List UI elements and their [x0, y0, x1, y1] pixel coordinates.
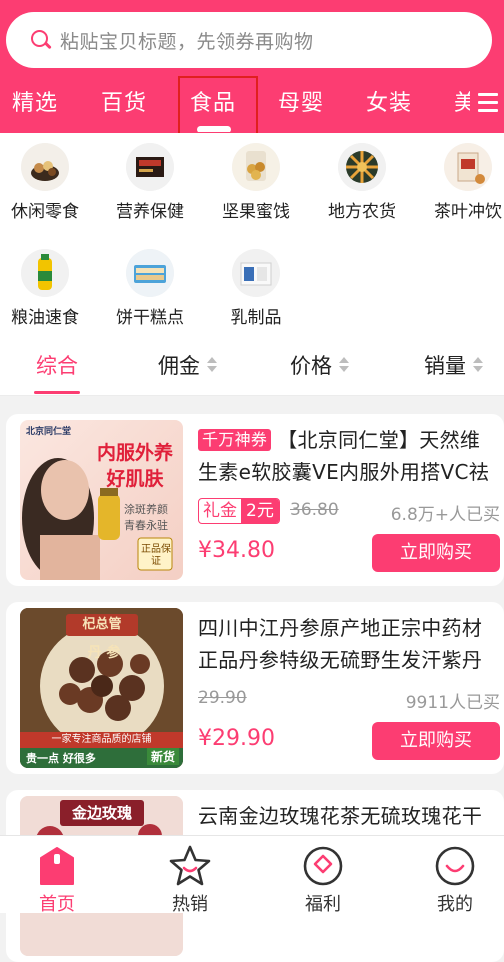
gift-cash-tag: 礼金 2元	[198, 498, 280, 524]
search-icon	[30, 29, 52, 51]
snacks-icon	[21, 143, 69, 191]
sort-comprehensive[interactable]: 综合	[34, 350, 80, 394]
biscuit-icon	[126, 249, 174, 297]
dairy-icon	[232, 249, 280, 297]
buy-now-button[interactable]: 立即购买	[372, 722, 500, 760]
category-label: 休闲零食	[11, 202, 79, 222]
tab-beauty[interactable]: 美	[454, 85, 470, 117]
category-snacks[interactable]: 休闲零食	[0, 143, 90, 222]
sold-count: 6.8万+人已买	[390, 505, 500, 525]
coupon-badge: 千万神券	[198, 429, 272, 451]
buy-now-button[interactable]: 立即购买	[372, 534, 500, 572]
sort-sales[interactable]: 销量	[424, 350, 483, 380]
sold-count: 9911人已买	[405, 693, 500, 713]
star-icon	[168, 844, 212, 888]
tabbar-profile[interactable]: 我的	[410, 844, 500, 916]
product-title: 云南金边玫瑰花茶无硫玫瑰花干	[198, 800, 498, 836]
current-price: ¥34.80	[198, 538, 275, 563]
product-title: 千万神券【北京同仁堂】天然维生素e软胶囊VE内服外用搭VC祛斑	[198, 424, 498, 488]
tab-general-goods[interactable]: 百货	[101, 85, 147, 117]
sort-price[interactable]: 价格	[290, 350, 349, 380]
sort-arrows-icon	[207, 357, 217, 373]
product-title-text: 云南金边玫瑰花茶无硫玫瑰花干	[198, 804, 483, 828]
tabbar-welfare[interactable]: 福利	[278, 844, 368, 916]
category-grain-oil[interactable]: 粮油速食	[0, 249, 90, 328]
category-label: 坚果蜜饯	[222, 202, 290, 222]
thumb-brand: 北京同仁堂	[26, 427, 72, 437]
category-local-produce[interactable]: 地方农货	[317, 143, 407, 222]
category-label: 乳制品	[230, 308, 282, 328]
thumb-brand: 金边玫瑰	[60, 800, 144, 826]
category-label: 营养保健	[116, 202, 184, 222]
gift-value: 2元	[241, 499, 279, 523]
current-price: ¥29.90	[198, 726, 275, 751]
thumb-feature: 涂斑养颜	[124, 503, 168, 516]
original-price: 29.90	[198, 688, 247, 708]
gift-label: 礼金	[203, 501, 237, 521]
tab-featured[interactable]: 精选	[12, 85, 58, 117]
tabbar-home[interactable]: 首页	[12, 844, 102, 916]
category-tea[interactable]: 茶叶冲饮	[423, 143, 504, 222]
nuts-icon	[232, 143, 280, 191]
sort-bar: 综合 佣金 价格 销量	[0, 338, 504, 396]
tab-menu-button[interactable]	[470, 80, 504, 124]
category-dairy[interactable]: 乳制品	[211, 249, 301, 328]
tabbar-label: 我的	[437, 894, 473, 915]
thumb-headline: 内服外养 好肌肤	[96, 442, 173, 490]
tea-icon	[444, 143, 492, 191]
sort-label: 佣金	[158, 354, 200, 378]
sort-arrows-icon	[339, 357, 349, 373]
thumb-features: 涂斑养颜 青春永驻	[124, 502, 168, 534]
sort-label: 价格	[290, 354, 332, 378]
search-placeholder: 粘贴宝贝标题，先领券再购物	[60, 30, 314, 53]
sort-arrows-icon	[473, 357, 483, 373]
category-biscuit[interactable]: 饼干糕点	[105, 249, 195, 328]
sort-commission[interactable]: 佣金	[158, 350, 217, 380]
category-label: 地方农货	[328, 202, 396, 222]
original-price: 36.80	[290, 500, 339, 520]
product-title-text: 四川中江丹参原产地正宗中药材正品丹参特级无硫野生发汗紫丹参	[198, 616, 483, 672]
tabbar-label: 首页	[39, 894, 75, 915]
category-label: 饼干糕点	[116, 308, 184, 328]
tabbar-hot[interactable]: 热销	[145, 844, 235, 916]
category-nuts[interactable]: 坚果蜜饯	[211, 143, 301, 222]
product-card[interactable]: 杞总管 丹 参 一家专注商品质的店铺 贵一点 好很多 新货 四川中江丹参原产地正…	[6, 602, 504, 774]
local-produce-icon	[338, 143, 386, 191]
bottom-tab-bar: 首页 热销 福利 我的	[0, 835, 504, 916]
search-bar[interactable]: 粘贴宝贝标题，先领券再购物	[6, 12, 492, 68]
thumb-brand: 杞总管	[66, 614, 138, 636]
thumb-slogan: 贵一点 好很多	[26, 752, 96, 765]
product-card[interactable]: 北京同仁堂 内服外养 好肌肤 涂斑养颜 青春永驻 正品保证 千万神券 【北京同仁堂…	[6, 414, 504, 586]
thumb-feature: 青春永驻	[124, 519, 168, 532]
menu-icon	[478, 93, 498, 96]
thumb-product-name: 丹 参	[87, 645, 121, 661]
product-title: 四川中江丹参原产地正宗中药材正品丹参特级无硫野生发汗紫丹参	[198, 612, 498, 676]
thumb-banner: 一家专注商品质的店铺	[20, 732, 183, 748]
category-health[interactable]: 营养保健	[105, 143, 195, 222]
thumb-new-tag: 新货	[146, 748, 179, 765]
health-supplement-icon	[126, 143, 174, 191]
welfare-icon	[301, 844, 345, 888]
thumb-stamp: 正品保证	[141, 544, 171, 567]
grain-oil-icon	[21, 249, 69, 297]
tabbar-label: 福利	[305, 894, 341, 915]
category-label: 粮油速食	[11, 308, 79, 328]
product-thumbnail: 北京同仁堂 内服外养 好肌肤 涂斑养颜 青春永驻 正品保证	[20, 420, 183, 580]
product-thumbnail: 杞总管 丹 参 一家专注商品质的店铺 贵一点 好很多 新货	[20, 608, 183, 768]
tabbar-label: 热销	[172, 894, 208, 915]
category-label: 茶叶冲饮	[434, 202, 502, 222]
sort-label: 销量	[424, 354, 466, 378]
home-icon	[35, 844, 79, 888]
tab-mother-baby[interactable]: 母婴	[278, 85, 324, 117]
tab-womens-clothing[interactable]: 女装	[366, 85, 412, 117]
category-grid: 休闲零食 营养保健 坚果蜜饯 地方农货 茶叶冲饮 粮油速食 饼干糕点 乳制品	[0, 133, 504, 338]
profile-icon	[433, 844, 477, 888]
